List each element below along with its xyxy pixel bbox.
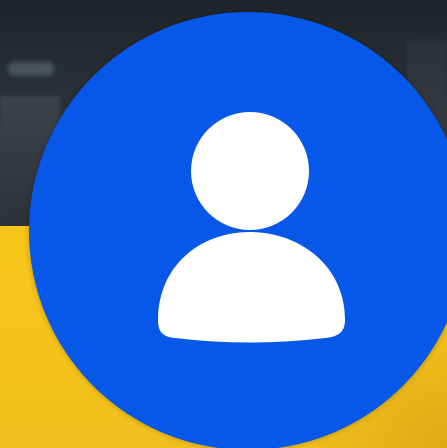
user-icon: [158, 112, 345, 343]
avatar-screenshot: [0, 0, 447, 448]
